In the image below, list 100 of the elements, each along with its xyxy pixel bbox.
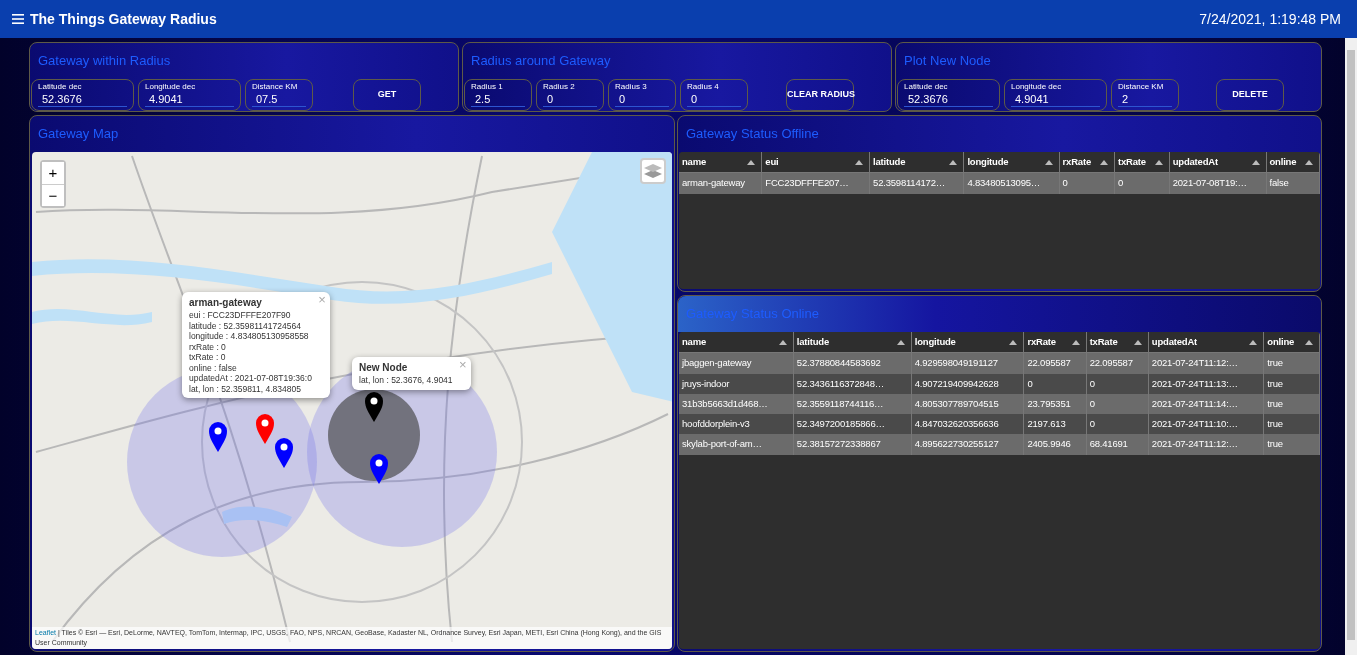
input-field[interactable]: 0 bbox=[615, 92, 669, 107]
sort-icon[interactable] bbox=[1305, 339, 1313, 345]
column-header[interactable]: updatedAt bbox=[1169, 152, 1266, 173]
table-cell: true bbox=[1263, 434, 1320, 455]
field-label: Distance KM bbox=[252, 82, 299, 92]
input-field[interactable]: 4.9041 bbox=[145, 92, 234, 107]
input-field[interactable]: 52.3676 bbox=[904, 92, 993, 107]
column-header[interactable]: rxRate bbox=[1059, 152, 1115, 173]
sort-icon[interactable] bbox=[1044, 159, 1053, 165]
table-cell: hoofddorplein-v3 bbox=[679, 414, 794, 435]
table-cell: 31b3b5663d1d468… bbox=[679, 393, 794, 414]
zoom-out-button[interactable]: − bbox=[42, 184, 64, 206]
field-label: Distance KM bbox=[1118, 82, 1165, 92]
sort-icon[interactable] bbox=[1154, 159, 1163, 165]
panel-title: Plot New Node bbox=[904, 53, 991, 68]
layers-button[interactable] bbox=[640, 158, 666, 184]
sort-icon[interactable] bbox=[855, 159, 864, 165]
popup-text: txRate : 0 bbox=[189, 352, 227, 363]
table-cell: arman-gateway bbox=[679, 172, 762, 194]
map-pin-icon[interactable] bbox=[370, 454, 388, 484]
field-label: Latitude dec bbox=[904, 82, 949, 92]
panel-title: Gateway Status Offline bbox=[686, 126, 819, 141]
popup-title: New Node bbox=[359, 361, 409, 375]
sort-icon[interactable] bbox=[1249, 339, 1258, 345]
field-label: Longitude dec bbox=[145, 82, 197, 92]
column-header[interactable]: longitude bbox=[911, 332, 1024, 353]
input-field[interactable]: 2 bbox=[1118, 92, 1172, 107]
scrollbar[interactable] bbox=[1345, 38, 1357, 655]
app-title: The Things Gateway Radius bbox=[30, 9, 217, 29]
field-label: Radius 1 bbox=[471, 82, 504, 92]
field-label: Radius 3 bbox=[615, 82, 648, 92]
sort-icon[interactable] bbox=[1071, 339, 1080, 345]
popup-text: online : false bbox=[189, 362, 238, 373]
text-field[interactable]: Longitude dec 4.9041 bbox=[1004, 79, 1107, 111]
input-field[interactable]: 52.3676 bbox=[38, 92, 127, 107]
text-field[interactable]: Longitude dec 4.9041 bbox=[138, 79, 241, 111]
column-header[interactable]: txRate bbox=[1114, 152, 1170, 173]
column-header[interactable]: updatedAt bbox=[1148, 332, 1264, 353]
panel-title: Gateway within Radius bbox=[38, 53, 171, 68]
sort-icon[interactable] bbox=[1099, 159, 1108, 165]
popup-text: longitude : 4.834805130958558 bbox=[189, 331, 310, 342]
popup-title: arman-gateway bbox=[189, 296, 263, 310]
table-cell: 4.895622730255127 bbox=[911, 434, 1024, 455]
column-header[interactable]: online bbox=[1266, 152, 1320, 173]
map-pin-icon[interactable] bbox=[209, 422, 227, 452]
sort-icon[interactable] bbox=[1009, 339, 1018, 345]
table-cell: true bbox=[1263, 414, 1320, 435]
action-button[interactable]: GET bbox=[353, 79, 421, 111]
panel-title: Gateway Status Online bbox=[686, 306, 819, 321]
text-field[interactable]: Latitude dec 52.3676 bbox=[897, 79, 1000, 111]
sort-icon[interactable] bbox=[1251, 159, 1260, 165]
text-field[interactable]: Distance KM 07.5 bbox=[245, 79, 313, 111]
column-header[interactable]: eui bbox=[761, 152, 870, 173]
scrollbar-thumb[interactable] bbox=[1347, 50, 1355, 640]
sort-icon[interactable] bbox=[1305, 159, 1313, 165]
text-field[interactable]: Radius 3 0 bbox=[608, 79, 676, 111]
input-field[interactable]: 4.9041 bbox=[1011, 92, 1100, 107]
sort-icon[interactable] bbox=[747, 159, 756, 165]
column-header[interactable]: online bbox=[1263, 332, 1320, 353]
input-field[interactable]: 0 bbox=[687, 92, 741, 107]
table-cell: 68.41691 bbox=[1086, 434, 1149, 455]
text-field[interactable]: Radius 1 2.5 bbox=[464, 79, 532, 111]
input-field[interactable]: 07.5 bbox=[252, 92, 306, 107]
date-time: 7/24/2021, 1:19:48 PM bbox=[1199, 9, 1342, 29]
popup-text: updatedAt : 2021-07-08T19:36:0 bbox=[189, 373, 312, 384]
input-field[interactable]: 2.5 bbox=[471, 92, 525, 107]
input-field[interactable]: 0 bbox=[543, 92, 597, 107]
column-header[interactable]: longitude bbox=[963, 152, 1060, 173]
map-pin-icon[interactable] bbox=[365, 392, 383, 422]
sort-icon[interactable] bbox=[778, 339, 787, 345]
sort-icon[interactable] bbox=[896, 339, 905, 345]
field-label: Radius 4 bbox=[687, 82, 720, 92]
popup-text: lat, lon : 52.359811, 4.834805 bbox=[189, 383, 302, 394]
sort-icon[interactable] bbox=[1133, 339, 1142, 345]
field-label: Longitude dec bbox=[1011, 82, 1063, 92]
table-cell: 52.38157272338867 bbox=[793, 434, 912, 455]
action-button[interactable]: DELETE bbox=[1216, 79, 1284, 111]
action-button[interactable]: CLEAR RADIUS bbox=[786, 79, 854, 111]
popup-text: lat, lon : 52.3676, 4.9041 bbox=[359, 375, 453, 386]
text-field[interactable]: Distance KM 2 bbox=[1111, 79, 1179, 111]
text-field[interactable]: Radius 2 0 bbox=[536, 79, 604, 111]
column-header[interactable]: name bbox=[679, 332, 794, 353]
popup-text: rxRate : 0 bbox=[189, 341, 227, 352]
text-field[interactable]: Radius 4 0 bbox=[680, 79, 748, 111]
table-cell: 2021-07-24T11:12:… bbox=[1148, 434, 1264, 455]
column-header[interactable]: latitude bbox=[869, 152, 964, 173]
panel-title: Radius around Gateway bbox=[471, 53, 611, 68]
text-field[interactable]: Latitude dec 52.3676 bbox=[31, 79, 134, 111]
map-pin-icon[interactable] bbox=[275, 438, 293, 468]
column-header[interactable]: latitude bbox=[793, 332, 912, 353]
sort-icon[interactable] bbox=[949, 159, 958, 165]
table-cell: jbaggen-gateway bbox=[679, 352, 794, 374]
menu-icon[interactable] bbox=[12, 14, 24, 24]
column-header[interactable]: name bbox=[679, 152, 762, 173]
field-label: Latitude dec bbox=[38, 82, 83, 92]
column-header[interactable]: txRate bbox=[1086, 332, 1149, 353]
column-header[interactable]: rxRate bbox=[1023, 332, 1087, 353]
table-cell: skylab-port-of-am… bbox=[679, 434, 794, 455]
table-cell: 0 bbox=[1086, 414, 1149, 435]
table-cell: 2197.613 bbox=[1023, 414, 1087, 435]
